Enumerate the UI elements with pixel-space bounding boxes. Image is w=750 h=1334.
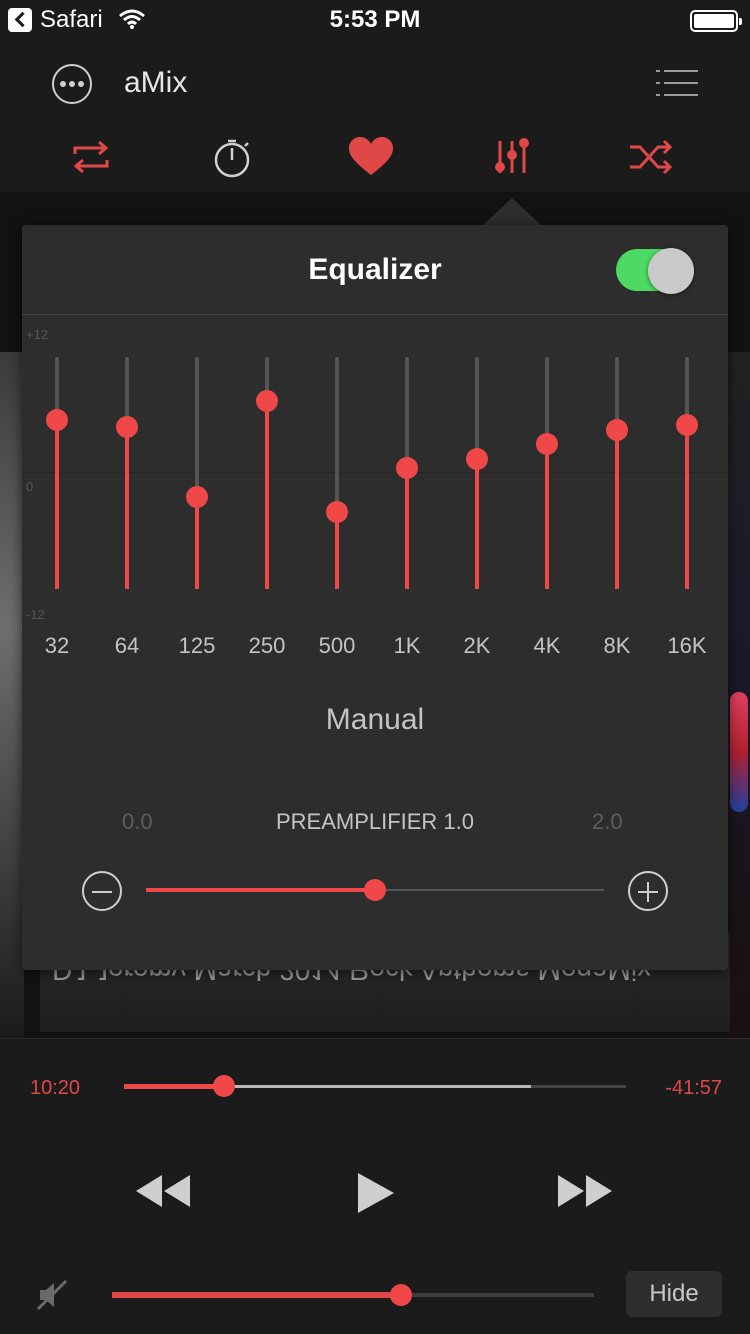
status-time: 5:53 PM bbox=[329, 6, 421, 33]
eq-band-64[interactable]: 64 bbox=[92, 355, 152, 665]
eq-band-125[interactable]: 125 bbox=[162, 355, 222, 665]
eq-band-frequency-label: 8K bbox=[603, 633, 631, 658]
eq-band-frequency-label: 32 bbox=[44, 633, 70, 658]
eq-band-frequency-label: 1K bbox=[393, 633, 421, 658]
shuffle-icon[interactable] bbox=[626, 132, 676, 182]
eq-band-4k[interactable]: 4K bbox=[512, 355, 572, 665]
eq-band-1k[interactable]: 1K bbox=[372, 355, 432, 665]
seek-knob[interactable] bbox=[213, 1075, 236, 1097]
preamp-slider-fill bbox=[146, 888, 375, 892]
eq-band-fill bbox=[55, 419, 59, 589]
eq-band-fill bbox=[405, 468, 409, 589]
preamp-slider-knob[interactable] bbox=[364, 879, 386, 901]
eq-band-fill bbox=[265, 400, 269, 589]
mute-icon[interactable] bbox=[36, 1279, 68, 1311]
eq-band-fill bbox=[475, 458, 479, 589]
dot-icon bbox=[78, 81, 84, 87]
eq-band-fill bbox=[195, 497, 199, 589]
eq-band-fill bbox=[685, 424, 689, 589]
rewind-icon[interactable] bbox=[134, 1173, 192, 1209]
repeat-icon[interactable] bbox=[66, 132, 116, 182]
eq-band-frequency-label: 250 bbox=[248, 633, 286, 658]
volume-knob[interactable] bbox=[390, 1284, 413, 1306]
eq-band-knob[interactable] bbox=[186, 486, 208, 509]
eq-band-2k[interactable]: 2K bbox=[442, 355, 502, 665]
eq-band-frequency-label: 4K bbox=[533, 633, 561, 658]
eq-band-8k[interactable]: 8K bbox=[582, 355, 642, 665]
divider bbox=[22, 314, 728, 315]
minus-icon bbox=[92, 891, 112, 893]
preamp-decrease-button[interactable] bbox=[82, 871, 122, 911]
track-title: aMix bbox=[124, 66, 188, 99]
equalizer-toggle[interactable] bbox=[616, 248, 694, 294]
eq-band-frequency-label: 500 bbox=[318, 633, 356, 658]
volume-fill bbox=[112, 1292, 402, 1298]
hide-button[interactable]: Hide bbox=[626, 1271, 722, 1317]
playlist-icon[interactable] bbox=[654, 68, 700, 100]
eq-band-knob[interactable] bbox=[536, 433, 558, 455]
eq-band-knob[interactable] bbox=[116, 415, 138, 438]
header: aMix bbox=[0, 40, 750, 190]
time-remaining: -41:57 bbox=[665, 1077, 722, 1099]
eq-band-500[interactable]: 500 bbox=[302, 355, 362, 665]
album-art-decoration bbox=[730, 692, 748, 812]
preamp-max-label: 2.0 bbox=[592, 809, 623, 834]
dot-icon bbox=[69, 81, 75, 87]
preamp-increase-button[interactable] bbox=[628, 871, 668, 911]
timer-icon[interactable] bbox=[207, 132, 257, 182]
eq-band-knob[interactable] bbox=[676, 413, 698, 436]
eq-band-fill bbox=[545, 444, 549, 589]
eq-band-frequency-label: 2K bbox=[463, 633, 491, 658]
status-bar: Safari 5:53 PM bbox=[0, 0, 750, 40]
heart-icon[interactable] bbox=[346, 132, 396, 182]
player-controls: 10:20 -41:57 Hide bbox=[0, 1038, 750, 1334]
eq-band-frequency-label: 16K bbox=[667, 633, 707, 658]
eq-band-32[interactable]: 32 bbox=[22, 355, 82, 665]
eq-band-16k[interactable]: 16K bbox=[652, 355, 712, 665]
eq-band-250[interactable]: 250 bbox=[232, 355, 292, 665]
album-art-left[interactable] bbox=[0, 352, 24, 1038]
eq-band-knob[interactable] bbox=[256, 389, 278, 412]
eq-band-frequency-label: 64 bbox=[114, 633, 140, 658]
eq-band-frequency-label: 125 bbox=[178, 633, 216, 658]
eq-band-knob[interactable] bbox=[466, 447, 488, 470]
eq-band-fill bbox=[125, 426, 129, 589]
eq-band-knob[interactable] bbox=[326, 500, 348, 523]
more-options-button[interactable] bbox=[52, 64, 92, 104]
battery-icon bbox=[690, 10, 742, 32]
preset-name[interactable]: Manual bbox=[22, 703, 728, 737]
eq-band-fill bbox=[335, 511, 339, 589]
dot-icon bbox=[60, 81, 66, 87]
eq-band-knob[interactable] bbox=[396, 457, 418, 480]
seek-fill bbox=[124, 1084, 225, 1089]
fast-forward-icon[interactable] bbox=[556, 1173, 614, 1209]
popover-arrow bbox=[482, 198, 542, 226]
eq-band-knob[interactable] bbox=[606, 418, 628, 441]
equalizer-icon[interactable] bbox=[487, 132, 537, 182]
eq-band-knob[interactable] bbox=[46, 408, 68, 431]
scale-max-label: +12 bbox=[26, 327, 49, 342]
eq-band-fill bbox=[615, 429, 619, 589]
equalizer-popover: Equalizer +12 0 -12 32 64 125 250 500 1K 2K 4K 8… bbox=[22, 225, 728, 970]
play-icon[interactable] bbox=[356, 1171, 396, 1215]
toggle-knob[interactable] bbox=[648, 248, 694, 294]
time-elapsed: 10:20 bbox=[30, 1077, 81, 1099]
